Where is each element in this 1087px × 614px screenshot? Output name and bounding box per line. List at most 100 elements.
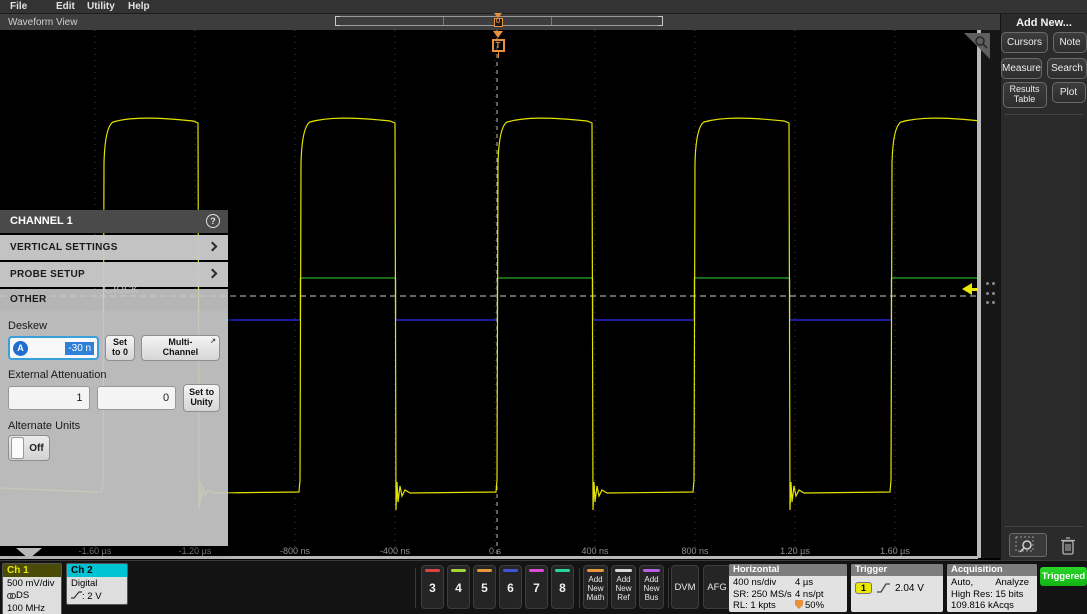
multi-channel-button[interactable]: Multi- Channel ↗ [141, 335, 220, 361]
trigger-panel[interactable]: Trigger 1 2.04 V [851, 564, 943, 612]
zoom-tool-button[interactable] [1009, 533, 1047, 557]
waveform-view-title: Waveform View [8, 17, 77, 28]
navigator-tick [551, 17, 552, 25]
menu-item-edit[interactable]: Edit [56, 1, 75, 12]
divider [579, 568, 580, 608]
horizontal-value: 50% [795, 600, 824, 612]
expansion-point-marker[interactable]: U [490, 13, 506, 27]
section-label: OTHER [10, 294, 47, 305]
navigator-left-bracket[interactable] [335, 16, 340, 26]
settings-bar: Ch 1 500 mV/div DS 100 MHz Ch 2 Digital … [0, 560, 1087, 614]
add-new-bus-button[interactable]: Add New Bus [639, 565, 664, 609]
sidebar-row: Results TablePlot [1001, 82, 1087, 108]
alternate-units-toggle[interactable]: Off [8, 435, 50, 461]
horizontal-value: RL: 1 kpts [733, 600, 795, 612]
navigator-right-bracket[interactable] [658, 16, 663, 26]
alternate-units-label: Alternate Units [8, 420, 220, 432]
channel3-button[interactable]: 3 [421, 565, 444, 609]
section-label: VERTICAL SETTINGS [10, 242, 118, 253]
channel-color-stripe [643, 569, 660, 572]
help-icon[interactable]: ? [206, 214, 220, 228]
add-plot-button[interactable]: Plot [1052, 82, 1086, 103]
sidebar-row: CursorsNote [1001, 32, 1087, 53]
position-marker-icon [795, 600, 803, 609]
horizontal-row: SR: 250 MS/s4 ns/pt [733, 589, 843, 601]
channel6-button[interactable]: 6 [499, 565, 522, 609]
add-new-ref-button[interactable]: Add New Ref [611, 565, 636, 609]
set-to-unity-button[interactable]: Set to Unity [183, 384, 220, 412]
attenuation-numerator-input[interactable]: 1 [8, 386, 90, 410]
acquisition-panel[interactable]: Acquisition Auto, Analyze High Res: 15 b… [947, 564, 1037, 612]
channel4-button[interactable]: 4 [447, 565, 470, 609]
zoom-tool-icon [1015, 536, 1041, 554]
triggered-status-badge: Triggered [1040, 567, 1087, 586]
channel5-button[interactable]: 5 [473, 565, 496, 609]
dialog-header[interactable]: CHANNEL 1 ? [0, 210, 228, 233]
channel-color-stripe [451, 569, 466, 572]
section-label: PROBE SETUP [10, 269, 85, 280]
trigger-level-arrow-stem [972, 288, 978, 291]
horizontal-panel[interactable]: Horizontal 400 ns/div4 µsSR: 250 MS/s4 n… [729, 564, 847, 612]
right-edge-strip [981, 30, 1000, 558]
dialog-body: Deskew A -30 n Set to 0 Multi- Channel ↗… [0, 310, 228, 546]
sidebar-divider [1005, 526, 1083, 527]
toggle-state: Off [24, 443, 49, 454]
afg-button[interactable]: AFG [703, 565, 731, 609]
trigger-level-arrow-icon[interactable] [962, 283, 972, 295]
time-axis-label: 800 ns [681, 546, 708, 556]
add-results-table-button[interactable]: Results Table [1003, 82, 1047, 108]
channel-color-stripe [555, 569, 570, 572]
channel1-badge[interactable]: Ch 1 500 mV/div DS 100 MHz [2, 563, 62, 614]
channel2-mode: Digital [71, 578, 123, 590]
deskew-input[interactable]: A -30 n [8, 336, 99, 360]
time-axis-label: 1.20 µs [780, 546, 810, 556]
channel-color-stripe [587, 569, 604, 572]
channel1-badge-name: Ch 1 [3, 564, 61, 577]
channel-color-stripe [503, 569, 518, 572]
channel1-bandwidth: 100 MHz [7, 603, 57, 614]
add-note-button[interactable]: Note [1053, 32, 1087, 53]
channel2-badge[interactable]: Ch 2 Digital : 2 V [66, 563, 128, 605]
time-axis-label: 400 ns [581, 546, 608, 556]
channel-number: 4 [448, 581, 469, 595]
menu-item-utility[interactable]: Utility [87, 1, 115, 12]
section-other[interactable]: OTHER [0, 289, 228, 310]
section-vertical-settings[interactable]: VERTICAL SETTINGS [0, 235, 228, 260]
add-search-button[interactable]: Search [1047, 58, 1087, 79]
chevron-right-icon [208, 242, 218, 252]
edge-slope-icon [71, 590, 82, 600]
attenuation-denominator-input[interactable]: 0 [97, 386, 177, 410]
trash-icon [1060, 536, 1076, 555]
add-cursors-button[interactable]: Cursors [1001, 32, 1048, 53]
channel-number: 8 [552, 581, 573, 595]
horizontal-scrollbar[interactable] [0, 556, 978, 559]
channel7-button[interactable]: 7 [525, 565, 548, 609]
panel-drag-handle[interactable] [986, 282, 996, 304]
trash-button[interactable] [1056, 533, 1080, 557]
popout-icon: ↗ [210, 338, 216, 346]
oscilloscope-screen: FileEditUtilityHelp Waveform View U Cloc… [0, 0, 1087, 614]
trigger-t-icon: T [492, 39, 505, 52]
add-new-math-button[interactable]: Add New Math [583, 565, 608, 609]
menu-item-file[interactable]: File [10, 1, 27, 12]
knob-a-icon: A [13, 341, 28, 356]
acquisition-analyze: Analyze [995, 577, 1029, 589]
add-measure-button[interactable]: Measure [1001, 58, 1042, 79]
acquisition-title: Acquisition [947, 564, 1037, 576]
zoom-corner-icon[interactable] [964, 33, 990, 59]
horizontal-value: 4 µs [795, 577, 813, 589]
channel8-button[interactable]: 8 [551, 565, 574, 609]
channel2-threshold: : 2 V [71, 590, 123, 603]
section-probe-setup[interactable]: PROBE SETUP [0, 262, 228, 287]
dvm-button[interactable]: DVM [671, 565, 699, 609]
acquisition-count: 109.816 kAcqs [951, 600, 1033, 612]
set-to-zero-button[interactable]: Set to 0 [105, 335, 135, 361]
deskew-value: -30 n [65, 342, 94, 355]
horizontal-row: 400 ns/div4 µs [733, 577, 843, 589]
add-new-sidebar: Add New... CursorsNoteMeasureSearchResul… [1000, 14, 1087, 560]
time-axis-label: 0 s [489, 546, 501, 556]
horizontal-value: 4 ns/pt [795, 589, 824, 601]
trigger-level: 2.04 V [895, 583, 924, 594]
menu-item-help[interactable]: Help [128, 1, 150, 12]
trigger-position-flag[interactable]: T [489, 31, 507, 58]
